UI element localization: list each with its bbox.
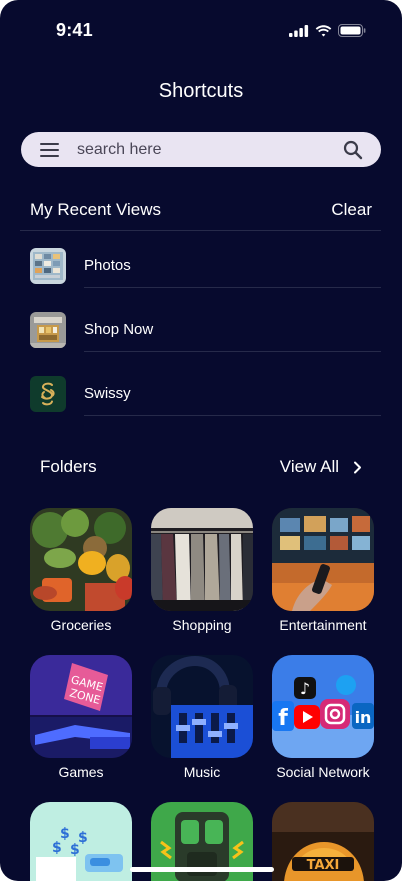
taxi-image: TAXI xyxy=(272,802,374,881)
view-all-button[interactable]: View All xyxy=(280,457,362,477)
divider xyxy=(84,351,381,352)
folder-label: Social Network xyxy=(276,764,370,780)
phone-screen: 9:41 Shortcuts search here My Recent Vie… xyxy=(0,0,402,881)
svg-text:$: $ xyxy=(52,840,62,856)
folders-header: Folders View All xyxy=(40,457,362,477)
page-title: Shortcuts xyxy=(158,80,244,102)
entertainment-image xyxy=(272,508,374,611)
folder-finance[interactable]: $ $ $ $ xyxy=(30,802,132,881)
status-time: 9:41 xyxy=(56,20,93,40)
shop-now-thumbnail xyxy=(30,312,66,348)
finance-image: $ $ $ $ xyxy=(30,802,132,881)
games-image: GAME ZONE xyxy=(30,655,132,758)
recent-views-header: My Recent Views Clear xyxy=(30,200,372,220)
divider xyxy=(84,287,381,288)
recent-item-label: Photos xyxy=(84,257,131,274)
folder-label: Games xyxy=(58,764,104,780)
recent-item-label: Shop Now xyxy=(84,321,154,338)
folder-label: Music xyxy=(183,764,221,780)
folder-transport[interactable]: TAXI xyxy=(272,802,374,881)
music-image xyxy=(151,655,253,758)
shopping-image xyxy=(151,508,253,611)
view-all-label: View All xyxy=(279,457,339,476)
home-indicator[interactable] xyxy=(130,867,274,872)
folder-entertainment[interactable]: Entertainment xyxy=(272,508,374,633)
svg-text:♪: ♪ xyxy=(300,679,310,698)
social-network-image: ♪ f in xyxy=(272,655,374,758)
search-input[interactable] xyxy=(77,132,337,167)
swissy-logo xyxy=(30,376,66,412)
search-bar xyxy=(21,132,381,167)
svg-text:$: $ xyxy=(70,842,80,858)
recent-item-swissy[interactable]: Swissy xyxy=(30,376,381,440)
folder-music[interactable]: Music xyxy=(151,655,253,780)
recent-item-label: Swissy xyxy=(84,385,131,402)
menu-icon[interactable] xyxy=(40,143,59,157)
recent-item-shop-now[interactable]: Shop Now xyxy=(30,312,381,376)
svg-text:f: f xyxy=(278,706,288,731)
photos-thumbnail xyxy=(30,248,66,284)
folder-label: Groceries xyxy=(50,617,112,633)
chevron-right-icon xyxy=(354,461,361,473)
folder-label: Shopping xyxy=(172,617,232,633)
battery-icon xyxy=(338,24,366,37)
folder-games[interactable]: GAME ZONE Games xyxy=(30,655,132,780)
folder-label: Entertainment xyxy=(279,617,367,633)
recent-views-title: My Recent Views xyxy=(30,200,162,219)
svg-text:TAXI: TAXI xyxy=(307,858,340,873)
divider xyxy=(20,230,381,231)
groceries-image xyxy=(30,508,132,611)
folder-social-network[interactable]: ♪ f in Social Network xyxy=(272,655,374,780)
divider xyxy=(84,415,381,416)
folder-groceries[interactable]: Groceries xyxy=(30,508,132,633)
svg-text:in: in xyxy=(355,708,372,727)
search-icon[interactable] xyxy=(343,140,363,160)
folders-title: Folders xyxy=(40,457,97,476)
status-bar: 9:41 xyxy=(0,0,402,60)
wifi-icon xyxy=(315,24,332,36)
recent-item-photos[interactable]: Photos xyxy=(30,248,381,312)
cellular-signal-icon xyxy=(289,24,309,37)
folder-shopping[interactable]: Shopping xyxy=(151,508,253,633)
status-icons xyxy=(289,24,366,37)
clear-button[interactable]: Clear xyxy=(331,200,372,220)
